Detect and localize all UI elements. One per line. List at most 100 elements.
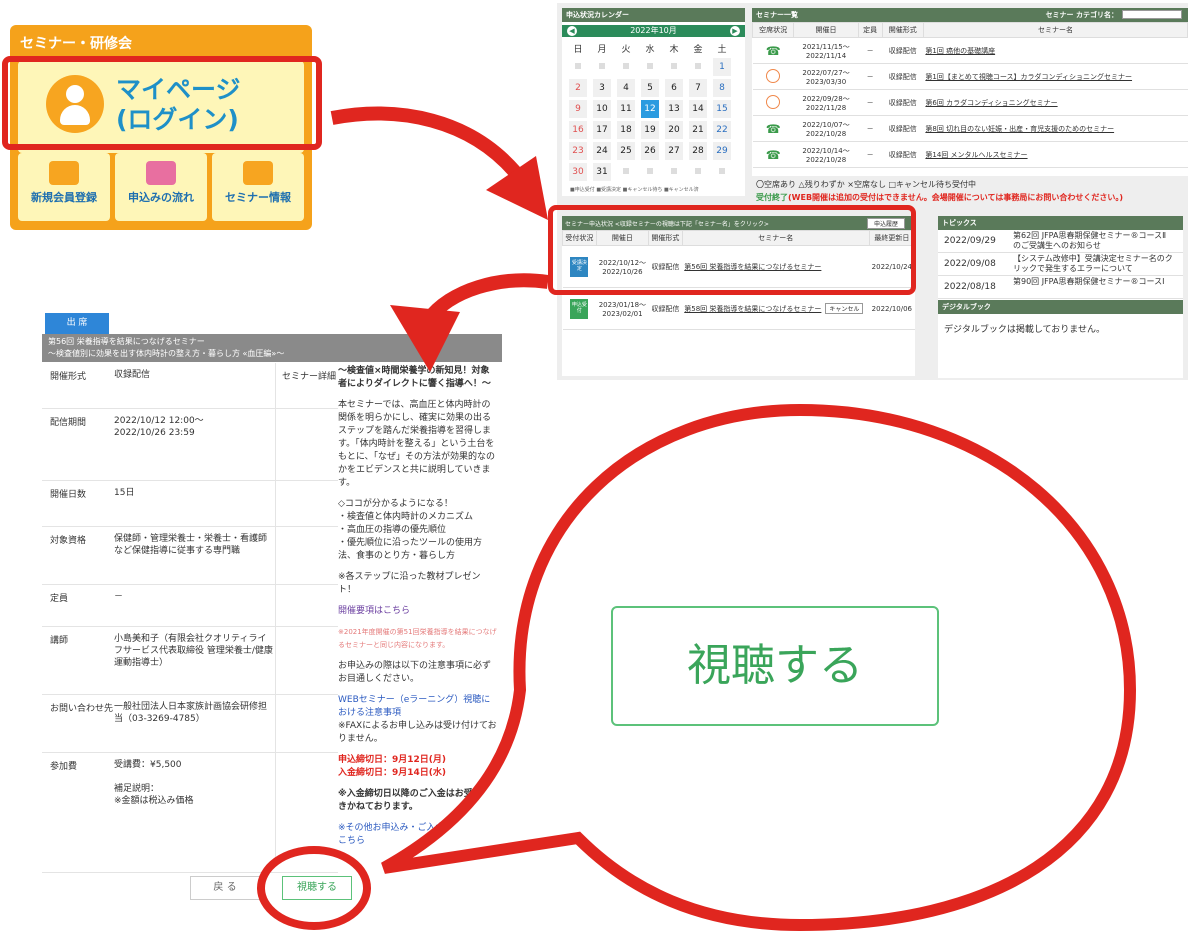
calendar-day[interactable]: 10 [593,100,611,118]
topic-item[interactable]: 2022/09/08 【システム改修中】受講決定セミナー名のクリックで発生するエラ… [938,253,1183,276]
digital-book-panel: デジタルブック デジタルブックは掲載しておりません。 [938,300,1183,378]
detail-body: 本セミナーでは、高血圧と体内時計の関係を明らかにし、確実に効果の出るステップを踏… [338,400,496,488]
watch-button-zoom[interactable]: 視聴する [611,606,939,726]
web-notice-link[interactable]: WEBセミナー（eラーニング）視聴における注意事項 [338,694,498,720]
calendar-day[interactable]: 24 [593,142,611,160]
apply-flow-label: 申込みの流れ [128,191,194,204]
calendar-day[interactable]: 5 [641,79,659,97]
topic-date: 2022/09/08 [944,259,996,269]
availability-cell: ☎ [752,37,794,64]
period-cell: 2022/10/07～ 2022/10/28 [793,115,859,142]
category-select[interactable] [1122,10,1182,19]
calendar-day[interactable]: 31 [593,163,611,181]
table-row: 2022/07/27～ 2023/03/30 －収録配信 第1回【まとめて視聴コース… [752,63,1188,90]
calendar-day[interactable]: 27 [665,142,683,160]
outline-link[interactable]: 開催要項はこちら [338,605,498,618]
calendar-day[interactable]: 12 [641,100,659,118]
topics-panel: トピックス 2022/09/29 第62回 JFPA思春期保健セミナー®コースⅡの… [938,216,1183,300]
next-month-icon[interactable]: ▶ [730,26,740,36]
capacity-cell: － [858,141,883,168]
other-link[interactable]: ※その他お申込み・ご入金についてはこちら [338,822,498,848]
topic-text[interactable]: 第90回 JFPA思春期保健セミナー®コースⅠ [1013,277,1173,297]
topic-date: 2022/08/18 [944,282,996,292]
detail-description: ～検査値×時間栄養学の新知見！対象者によりダイレクトに響く指導へ！～ 本セミナー… [338,365,498,856]
format-cell: 収録配信 [882,141,924,168]
calendar-day[interactable]: 14 [689,100,707,118]
back-button[interactable]: 戻 る [190,876,260,900]
detail-row: 開催日数 15日 [42,481,338,527]
prev-month-icon[interactable]: ◀ [567,26,577,36]
calendar-day[interactable]: 20 [665,121,683,139]
calendar-day[interactable]: 18 [617,121,635,139]
topic-text[interactable]: 【システム改修中】受講決定セミナー名のクリックで発生するエラーについて [1013,254,1173,274]
calendar-day [569,58,587,76]
legend-line1: 〇空席あり △残りわずか ×空席なし □キャンセル待ち受付中 [756,180,977,189]
digital-book-text: デジタルブックは掲載しておりません。 [944,325,1106,335]
calendar-day[interactable]: 19 [641,121,659,139]
calendar-day[interactable]: 25 [617,142,635,160]
calendar-day[interactable]: 8 [713,79,731,97]
detail-row-value: － [114,592,124,602]
calendar-dow: 月 [597,45,607,55]
capacity-cell: － [858,115,883,142]
calendar-day[interactable]: 28 [689,142,707,160]
application-calendar: 申込状況カレンダー 2022年10月 ◀ ▶ 日月火水木金土1234567891… [562,8,745,196]
calendar-day[interactable]: 26 [641,142,659,160]
topic-text[interactable]: 第62回 JFPA思春期保健セミナー®コースⅡのご受講生へのお知らせ [1013,231,1173,251]
seminar-table: 空席状況 開催日 定員 開催形式 セミナー名 ☎ 2021/11/15～ 2022/11/… [751,22,1188,168]
format-cell: 収録配信 [882,63,924,90]
detail-row: お問い合わせ先 一般社団法人日本家族計画協会研修担当（03-3269-4785） [42,695,338,753]
topic-item[interactable]: 2022/08/18 第90回 JFPA思春期保健セミナー®コースⅠ [938,276,1183,299]
seminar-name-link[interactable]: 第1回【まとめて視聴コース】カラダコンディショニングセミナー [923,63,1188,90]
apply-flow-button[interactable]: 申込みの流れ [115,153,207,221]
detail-row-label: 対象資格 [50,536,87,546]
calendar-day[interactable]: 4 [617,79,635,97]
calendar-day [617,163,635,181]
calendar-day[interactable]: 2 [569,79,587,97]
detail-row-label: お問い合わせ先 [50,704,114,714]
calendar-day [641,58,659,76]
column-header: 開催日 [793,22,859,38]
seminar-name-text[interactable]: 第58回 栄養指導を結果につなげるセミナー [684,305,821,313]
topic-item[interactable]: 2022/09/29 第62回 JFPA思春期保健セミナー®コースⅡのご受講生への… [938,230,1183,253]
calendar-day[interactable]: 23 [569,142,587,160]
calendar-day[interactable]: 17 [593,121,611,139]
seminar-name-link[interactable]: 第6回 カラダコンディショニングセミナー [923,89,1188,116]
calendar-day[interactable]: 6 [665,79,683,97]
cancel-button[interactable]: キャンセル [825,303,864,314]
watch-button[interactable]: 視聴する [282,876,352,900]
table-row: 2022/09/28～ 2022/11/28 －収録配信 第6回 カラダコンディショ… [752,89,1188,116]
calendar-day[interactable]: 13 [665,100,683,118]
availability-cell [752,63,794,90]
calendar-month: 2022年10月 [562,25,745,37]
period-cell: 2022/10/14～ 2022/10/28 [793,141,859,168]
calendar-day[interactable]: 16 [569,121,587,139]
seminar-name-link[interactable]: 第1回 癌他の基礎講座 [923,37,1188,64]
availability-legend: 〇空席あり △残りわずか ×空席なし □キャンセル待ち受付中 受付終了(WEB開… [752,176,1188,208]
calendar-day[interactable]: 30 [569,163,587,181]
seminar-info-label: セミナー情報 [225,191,291,204]
calendar-day [689,58,707,76]
legend-closed-label: 受付終了 [756,193,788,202]
apply-deadline: 申込締切日：9月12日(月) [338,755,447,765]
calendar-day[interactable]: 1 [713,58,731,76]
calendar-day[interactable]: 21 [689,121,707,139]
calendar-day[interactable]: 9 [569,100,587,118]
column-header: セミナー名 [922,22,1188,38]
calendar-day[interactable]: 7 [689,79,707,97]
calendar-day[interactable]: 11 [617,100,635,118]
calendar-day[interactable]: 3 [593,79,611,97]
calendar-day[interactable]: 29 [713,142,731,160]
seminar-name-link[interactable]: 第8回 切れ目のない妊娠・出産・育児支援のためのセミナー [923,115,1188,142]
calendar-day[interactable]: 15 [713,100,731,118]
calendar-day[interactable]: 22 [713,121,731,139]
detail-title: 第56回 栄養指導を結果につなげるセミナー ～検査値別に効果を出す体内時計の整え… [42,334,502,362]
capacity-cell: － [858,89,883,116]
seminar-info-button[interactable]: セミナー情報 [212,153,304,221]
format-cell: 収録配信 [882,37,924,64]
status-highlight-frame [548,205,916,295]
seminar-name-link[interactable]: 第14回 メンタルヘルスセミナー [923,141,1188,168]
new-member-button[interactable]: 新規会員登録 [18,153,110,221]
availability-cell: ☎ [752,141,794,168]
tab-attend[interactable]: 出 席 [45,313,109,334]
